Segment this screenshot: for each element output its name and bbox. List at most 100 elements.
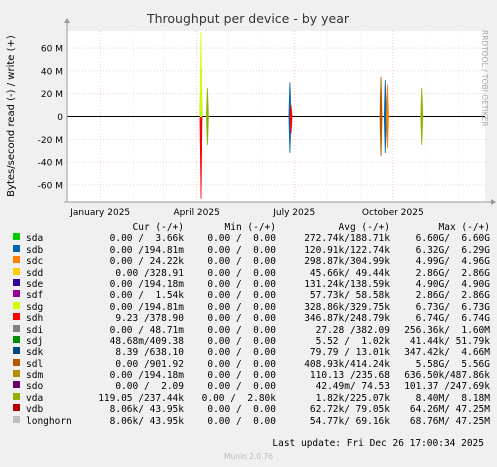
legend-avg: 120.91k/122.74k: [304, 244, 390, 256]
legend-name: longhorn: [26, 415, 72, 427]
legend-max: 6.32G/ 6.29G: [415, 244, 490, 256]
legend-cur: 0.00 /194.18m: [109, 278, 184, 290]
legend-avg: 57.73k/ 58.58k: [309, 290, 390, 302]
y-tick-label: 20 M: [41, 90, 63, 100]
y-tick-label: 40 M: [41, 67, 63, 77]
legend-swatch: [13, 244, 20, 252]
legend-max: 4.90G/ 4.90G: [415, 278, 490, 290]
legend-min: 0.00 / 0.00: [207, 335, 276, 347]
legend-row-sdm: sdm 0.00 /194.18m 0.00 / 0.00 110.13 /235.6…: [8, 370, 490, 382]
legend-header: Cur (-/+) Min (-/+) Avg (-/+) Max (-/+): [8, 222, 490, 233]
legend-cur: 8.06k/ 43.95k: [109, 415, 184, 427]
legend-avg: 54.77k/ 69.16k: [309, 415, 390, 427]
legend-row-sdc: sdc 0.00 / 24.22k 0.00 / 0.00 298.87k/304.9…: [8, 256, 490, 268]
x-tick-label: January 2025: [69, 208, 130, 218]
legend-swatch: [13, 290, 20, 298]
legend-cur: 119.05 /237.44k: [98, 392, 184, 404]
legend-cur: 0.00 /194.81m: [109, 244, 184, 256]
legend-min: 0.00 / 0.00: [207, 358, 276, 370]
legend-swatch: [13, 370, 20, 378]
legend-name: sde: [26, 278, 44, 290]
legend-max: 41.44k/ 51.79k: [409, 335, 490, 347]
legend-cur: 48.68m/409.38: [109, 335, 184, 347]
legend-avg: 346.87k/248.79k: [304, 313, 390, 325]
legend-min: 0.00 / 2.80k: [201, 392, 276, 404]
legend-avg: 408.93k/414.24k: [304, 358, 390, 370]
rrdtool-watermark: RRDTOOL / TOBI OETIKER: [480, 30, 489, 127]
legend-min: 0.00 / 0.00: [207, 324, 276, 336]
legend-avg: 27.28 /382.09: [315, 324, 390, 336]
legend-row-sdl: sdl 0.00 /901.92 0.00 / 0.00 408.93k/414.24…: [8, 358, 490, 370]
legend-swatch: [13, 278, 20, 286]
legend-max: 68.76M/ 47.25M: [409, 415, 490, 427]
legend-header-avg: Avg (-/+): [338, 222, 390, 233]
legend-cur: 0.00 /901.92: [115, 358, 184, 370]
legend-max: 6.74G/ 6.74G: [415, 313, 490, 325]
legend-row-sde: sde 0.00 /194.18m 0.00 / 0.00 131.24k/138.5…: [8, 278, 490, 290]
legend-min: 0.00 / 0.00: [207, 267, 276, 279]
legend-header-cur: Cur (-/+): [132, 222, 184, 233]
y-tick-label: 60 M: [41, 45, 63, 55]
legend-avg: 42.49m/ 74.53: [315, 381, 390, 393]
legend-cur: 0.00 / 48.71m: [109, 324, 184, 336]
legend-swatch: [13, 256, 20, 264]
legend-swatch: [13, 301, 20, 309]
legend-row-vdb: vdb 8.06k/ 43.95k 0.00 / 0.00 62.72k/ 79.05…: [8, 404, 490, 416]
legend-min: 0.00 / 0.00: [207, 370, 276, 382]
y-axis-arrow: [64, 18, 70, 23]
legend-row-vda: vda 119.05 /237.44k 0.00 / 2.80k 1.82k/225.…: [8, 392, 490, 404]
legend-row-longhorn: longhorn 8.06k/ 43.95k 0.00 / 0.00 54.77k/ …: [8, 415, 490, 427]
x-tick-label: October 2025: [362, 208, 424, 218]
chart-title: Throughput per device - by year: [146, 11, 350, 26]
legend-name: sdi: [26, 324, 44, 336]
legend-avg: 45.66k/ 49.44k: [309, 267, 390, 279]
legend-cur: 8.06k/ 43.95k: [109, 404, 184, 416]
legend-cur: 0.00 / 24.22k: [109, 256, 184, 268]
footer-version: Munin 2.0.76: [223, 452, 274, 461]
legend-cur: 8.39 /638.10: [115, 347, 184, 359]
legend-min: 0.00 / 0.00: [207, 404, 276, 416]
legend-avg: 298.87k/304.99k: [304, 256, 390, 268]
legend-min: 0.00 / 0.00: [207, 347, 276, 359]
legend-max: 6.60G/ 6.60G: [415, 233, 490, 245]
legend-max: 8.40M/ 8.18M: [415, 392, 490, 404]
legend-swatch: [13, 392, 20, 400]
legend-name: sdf: [26, 290, 44, 302]
legend-avg: 1.82k/225.07k: [315, 392, 390, 404]
legend-max: 101.37 /247.69k: [404, 381, 490, 393]
legend-avg: 110.13 /235.68: [309, 370, 390, 382]
legend-name: sdh: [26, 313, 44, 325]
legend-min: 0.00 / 0.00: [207, 256, 276, 268]
legend-cur: 0.00 /194.18m: [109, 370, 184, 382]
legend-swatch: [13, 324, 20, 332]
legend-min: 0.00 / 0.00: [207, 290, 276, 302]
legend-avg: 272.74k/188.71k: [304, 233, 390, 245]
legend-cur: 0.00 / 3.66k: [109, 233, 184, 245]
x-axis-arrow: [491, 199, 496, 205]
legend-max: 347.42k/ 4.66M: [404, 347, 490, 359]
legend-row-sdh: sdh 9.23 /378.90 0.00 / 0.00 346.87k/248.79…: [8, 313, 490, 325]
legend-name: sda: [26, 233, 44, 245]
legend-swatch: [13, 358, 20, 366]
legend-header-min: Min (-/+): [224, 222, 276, 233]
legend-name: vdb: [26, 404, 44, 416]
y-tick-label: 0: [57, 113, 63, 123]
legend-header-max: Max (-/+): [438, 222, 490, 233]
legend-name: sdk: [26, 347, 44, 359]
legend-min: 0.00 / 0.00: [207, 278, 276, 290]
legend-cur: 9.23 /378.90: [115, 313, 184, 325]
legend-max: 5.58G/ 5.56G: [415, 358, 490, 370]
legend-avg: 131.24k/138.59k: [304, 278, 390, 290]
legend-row-sdk: sdk 8.39 /638.10 0.00 / 0.00 79.79 / 13.01k…: [8, 347, 490, 359]
legend-cur: 0.00 /328.91: [115, 267, 184, 279]
legend-rows: sda 0.00 / 3.66k 0.00 / 0.00 272.74k/188.71…: [8, 233, 490, 427]
legend-swatch: [13, 233, 20, 241]
legend-row-sdj: sdj 48.68m/409.38 0.00 / 0.00 5.52 / 1.02k 4…: [8, 335, 490, 347]
legend-name: sdo: [26, 381, 44, 393]
legend-min: 0.00 / 0.00: [207, 313, 276, 325]
legend-max: 6.73G/ 6.73G: [415, 301, 490, 313]
x-tick-label: July 2025: [272, 208, 315, 218]
y-axis-label: Bytes/second read (-) / write (+): [6, 35, 17, 197]
legend-table: Cur (-/+) Min (-/+) Avg (-/+) Max (-/+) …: [8, 222, 490, 427]
legend-max: 2.86G/ 2.86G: [415, 267, 490, 279]
